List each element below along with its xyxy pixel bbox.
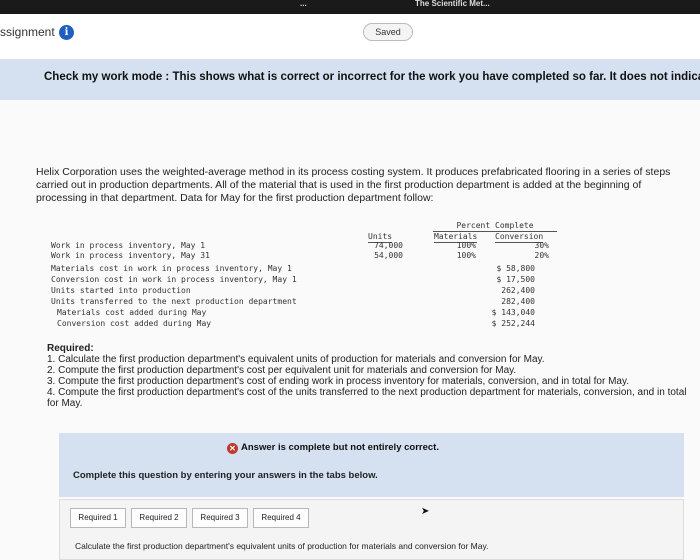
answer-instructions: Complete this question by entering your … bbox=[73, 470, 378, 481]
required-item: 1. Calculate the first production depart… bbox=[47, 354, 545, 365]
table-row-label: Work in process inventory, May 31 bbox=[51, 251, 210, 260]
assignment-title: ssignment bbox=[0, 25, 55, 39]
table-row-label: Units transferred to the next production… bbox=[51, 297, 297, 306]
tab-required-4[interactable]: Required 4 bbox=[253, 508, 309, 528]
required-item: 3. Compute the first production departme… bbox=[47, 376, 630, 387]
answer-status-text: Answer is complete but not entirely corr… bbox=[241, 442, 439, 453]
table-row-label: Conversion cost added during May bbox=[57, 319, 212, 328]
table-row-label: Materials cost added during May bbox=[57, 308, 207, 317]
table-row-label: Work in process inventory, May 1 bbox=[51, 241, 206, 250]
percent-complete-header: Percent Complete bbox=[433, 221, 557, 232]
tab-description: Calculate the first production departmen… bbox=[75, 541, 489, 551]
required-section: Required: 1. Calculate the first product… bbox=[47, 343, 687, 409]
answer-status: ✕ Answer is complete but not entirely cor… bbox=[227, 442, 439, 454]
check-mode-banner: Check my work mode : This shows what is … bbox=[0, 60, 700, 100]
table-row-units: 54,000 bbox=[374, 251, 403, 260]
table-row-label: Conversion cost in work in process inven… bbox=[51, 275, 297, 284]
table-row-conversion: 30% bbox=[534, 241, 549, 250]
table-row-units: 74,000 bbox=[374, 241, 403, 250]
table-row-label: Units started into production bbox=[51, 286, 191, 295]
table-row-amount: $ 143,040 bbox=[491, 308, 535, 317]
info-icon[interactable]: i bbox=[59, 25, 74, 40]
tab-required-1[interactable]: Required 1 bbox=[70, 508, 126, 528]
answer-status-box: ✕ Answer is complete but not entirely cor… bbox=[59, 433, 684, 497]
table-row-label: Materials cost in work in process invent… bbox=[51, 264, 292, 273]
table-row-conversion: 20% bbox=[534, 251, 549, 260]
tab-required-3[interactable]: Required 3 bbox=[192, 508, 248, 528]
assignment-header: ssignment i Saved bbox=[0, 14, 700, 60]
top-tab-text-2[interactable]: The Scientific Met... bbox=[415, 0, 490, 8]
required-heading: Required: bbox=[47, 343, 94, 354]
mouse-cursor-icon: ➤ bbox=[421, 506, 430, 517]
table-row-amount: $ 17,500 bbox=[496, 275, 535, 284]
required-item: 4. Compute the first production departme… bbox=[47, 387, 687, 409]
tab-required-2[interactable]: Required 2 bbox=[131, 508, 187, 528]
table-row-amount: 262,400 bbox=[501, 286, 535, 295]
table-row-materials: 100% bbox=[456, 241, 476, 250]
table-row-amount: $ 252,244 bbox=[491, 319, 535, 328]
top-tab-text-1[interactable]: ... bbox=[300, 0, 307, 8]
error-x-icon: ✕ bbox=[227, 443, 238, 454]
browser-top-bar: ... The Scientific Met... bbox=[0, 0, 700, 14]
table-row-amount: 282,400 bbox=[501, 297, 535, 306]
table-row-amount: $ 58,800 bbox=[496, 264, 535, 273]
table-row-materials: 100% bbox=[456, 251, 476, 260]
problem-intro: Helix Corporation uses the weighted-aver… bbox=[36, 166, 671, 204]
required-item: 2. Compute the first production departme… bbox=[47, 365, 517, 376]
saved-indicator: Saved bbox=[363, 23, 413, 41]
check-mode-text: Check my work mode : This shows what is … bbox=[44, 71, 700, 83]
